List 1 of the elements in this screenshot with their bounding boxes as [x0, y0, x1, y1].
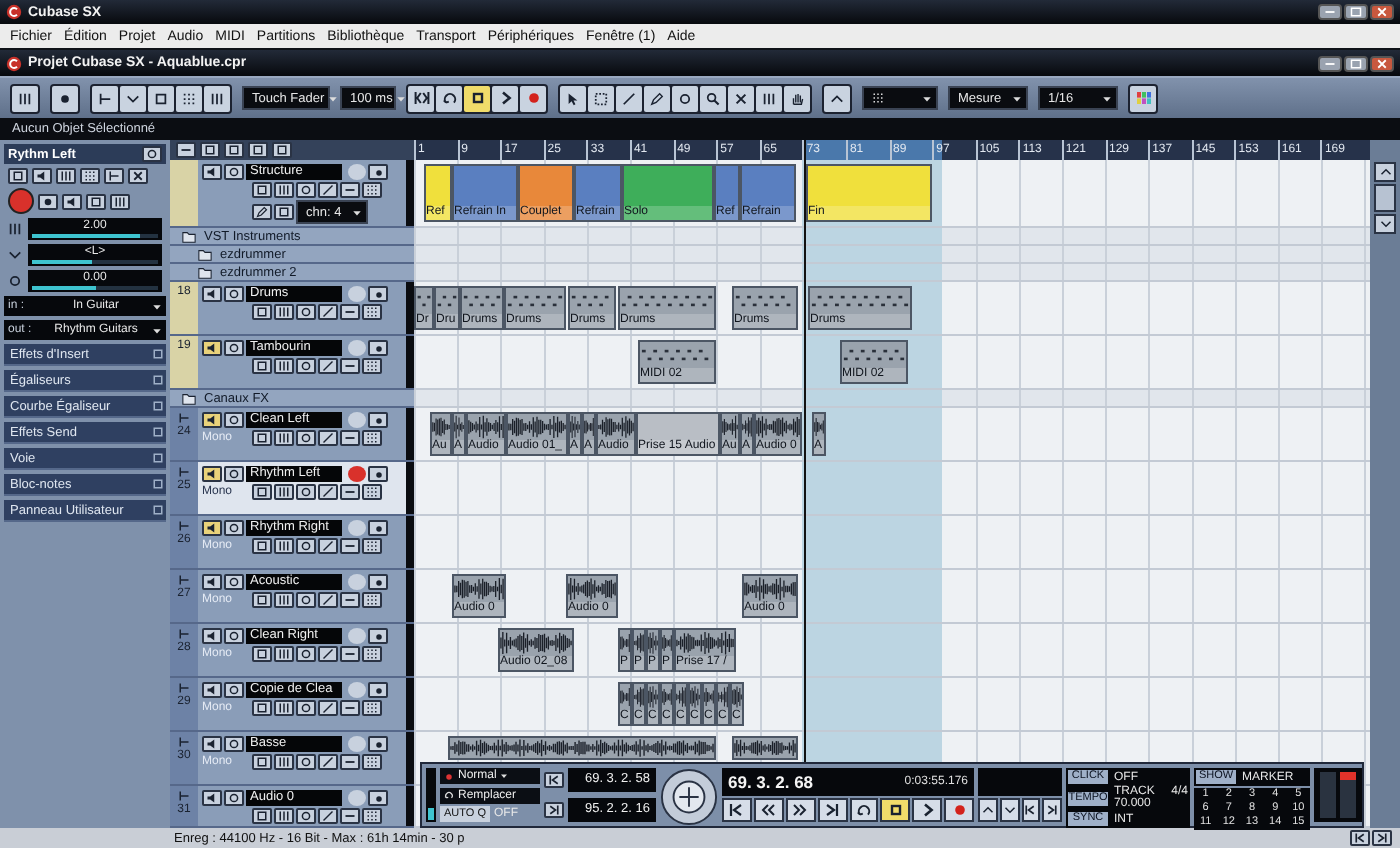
position-value: 69. 3. 2. 68: [728, 772, 814, 792]
